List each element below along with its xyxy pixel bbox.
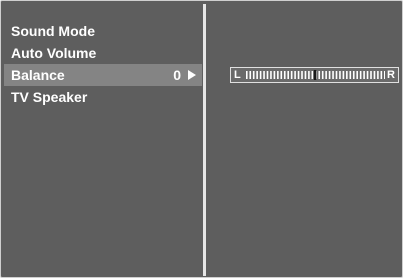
balance-value-group: 0 [173,64,196,86]
balance-tick [252,71,255,79]
osd-screen: Sound Mode Auto Volume Balance 0 TV Spea… [0,0,403,278]
balance-tick [249,71,252,79]
balance-tick [304,71,307,79]
balance-tick [287,71,289,79]
balance-tick [259,71,262,79]
menu-item-sound-mode[interactable]: Sound Mode [4,20,202,42]
balance-tick [352,71,355,79]
balance-tick [308,71,310,79]
balance-tick [266,71,269,79]
balance-tick [349,71,352,79]
balance-tick [366,71,369,79]
audio-menu-panel: Sound Mode Auto Volume Balance 0 TV Spea… [4,4,202,276]
balance-scale [246,70,385,80]
menu-item-label: TV Speaker [11,89,88,105]
balance-tick [356,71,358,79]
menu-item-auto-volume[interactable]: Auto Volume [4,42,202,64]
balance-right-label: R [387,69,395,81]
balance-tick [373,71,376,79]
balance-tick [283,71,286,79]
menu-item-balance[interactable]: Balance 0 [4,64,202,86]
balance-tick [339,71,341,79]
balance-tick [294,71,296,79]
arrow-right-icon [188,70,196,80]
balance-tick [297,71,300,79]
balance-tick [301,71,303,79]
menu-item-label: Balance [11,67,65,83]
audio-menu: Sound Mode Auto Volume Balance 0 TV Spea… [4,20,202,108]
balance-tick [277,71,279,79]
balance-tick [359,71,362,79]
balance-tick [380,71,383,79]
balance-tick [363,71,365,79]
balance-tick [342,71,345,79]
balance-tick [346,71,348,79]
balance-panel: L R [206,4,401,276]
balance-tick [270,71,272,79]
balance-tick [246,71,248,79]
balance-tick [280,71,283,79]
balance-tick [332,71,334,79]
balance-tick [321,71,324,79]
balance-tick [273,71,276,79]
balance-tick [325,71,327,79]
menu-item-label: Sound Mode [11,23,95,39]
balance-tick [377,71,379,79]
menu-item-tv-speaker[interactable]: TV Speaker [4,86,202,108]
balance-tick [335,71,338,79]
balance-tick [328,71,331,79]
balance-tick [370,71,372,79]
balance-tick [384,71,385,79]
balance-left-label: L [234,69,241,81]
balance-position-marker[interactable] [313,70,317,80]
balance-tick [263,71,265,79]
balance-tick [256,71,258,79]
balance-tick [311,71,314,79]
balance-tick [318,71,321,79]
menu-item-label: Auto Volume [11,45,97,61]
balance-slider[interactable]: L R [230,67,399,83]
balance-value: 0 [173,67,181,83]
balance-tick [290,71,293,79]
